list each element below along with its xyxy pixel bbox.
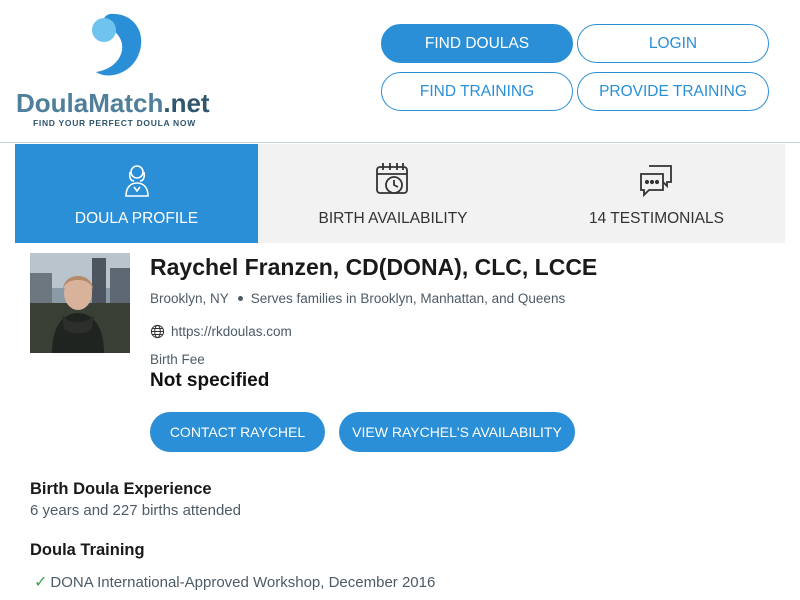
website-link[interactable]: https://rkdoulas.com bbox=[171, 324, 292, 339]
profile-tabs: DOULA PROFILE BIRTH AVAILABILITY 14 TEST… bbox=[15, 144, 785, 243]
site-logo[interactable]: DoulaMatch.net FIND YOUR PERFECT DOULA N… bbox=[16, 10, 226, 132]
login-button[interactable]: LOGIN bbox=[577, 24, 769, 63]
globe-icon bbox=[150, 324, 165, 339]
logo-tagline: FIND YOUR PERFECT DOULA NOW bbox=[33, 118, 196, 128]
training-item-text: DONA International-Approved Workshop, De… bbox=[50, 573, 436, 591]
birth-fee-label: Birth Fee bbox=[150, 352, 205, 367]
separator-dot bbox=[237, 296, 243, 301]
location-city: Brooklyn, NY bbox=[150, 291, 229, 306]
view-availability-button[interactable]: VIEW RAYCHEL'S AVAILABILITY bbox=[339, 412, 575, 452]
find-training-button[interactable]: FIND TRAINING bbox=[381, 72, 573, 111]
service-area: Serves families in Brooklyn, Manhattan, … bbox=[250, 291, 566, 306]
tab-birth-availability[interactable]: BIRTH AVAILABILITY bbox=[258, 144, 528, 243]
doula-person-icon bbox=[124, 165, 149, 197]
contact-button[interactable]: CONTACT RAYCHEL bbox=[150, 412, 325, 452]
website-line[interactable]: https://rkdoulas.com bbox=[150, 324, 292, 339]
logo-word-match: Match bbox=[88, 88, 164, 118]
tab-label: DOULA PROFILE bbox=[74, 210, 199, 227]
tab-testimonials[interactable]: 14 TESTIMONIALS bbox=[528, 144, 785, 243]
doula-name: Raychel Franzen, CD(DONA), CLC, LCCE bbox=[150, 254, 598, 280]
site-header: DoulaMatch.net FIND YOUR PERFECT DOULA N… bbox=[0, 0, 800, 143]
doula-profile-photo bbox=[30, 253, 130, 353]
logo-word-doula: Doula bbox=[16, 88, 89, 118]
logo-mark-icon bbox=[92, 13, 142, 76]
location-line: Brooklyn, NY Serves families in Brooklyn… bbox=[150, 291, 565, 306]
provide-training-button[interactable]: PROVIDE TRAINING bbox=[577, 72, 769, 111]
logo-word-net: .net bbox=[163, 88, 210, 118]
chat-bubbles-icon bbox=[639, 165, 672, 198]
tab-label: 14 TESTIMONIALS bbox=[589, 210, 724, 227]
training-heading: Doula Training bbox=[30, 541, 145, 559]
checkmark-icon: ✓ bbox=[34, 574, 48, 591]
tab-label: BIRTH AVAILABILITY bbox=[318, 210, 468, 227]
find-doulas-button[interactable]: FIND DOULAS bbox=[381, 24, 573, 63]
experience-text: 6 years and 227 births attended bbox=[30, 502, 241, 519]
training-list-item: ✓ DONA International-Approved Workshop, … bbox=[34, 572, 435, 592]
logo-wordmark: DoulaMatch.net bbox=[16, 88, 210, 119]
calendar-clock-icon bbox=[376, 163, 408, 194]
tab-doula-profile[interactable]: DOULA PROFILE bbox=[15, 144, 258, 243]
experience-heading: Birth Doula Experience bbox=[30, 480, 212, 498]
birth-fee-value: Not specified bbox=[150, 370, 270, 391]
